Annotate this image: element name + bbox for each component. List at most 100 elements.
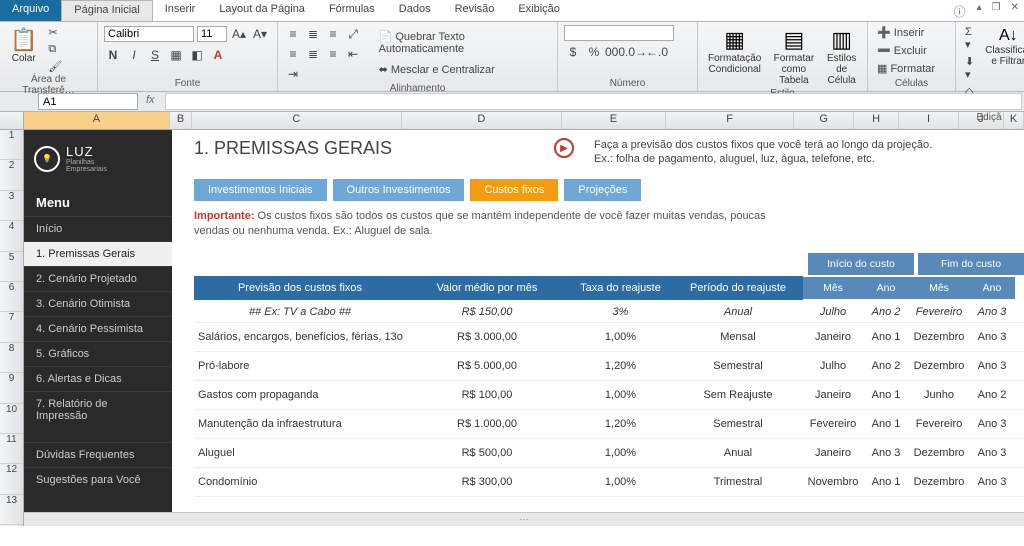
col-header-e[interactable]: E — [562, 112, 666, 129]
sidebar-item-pessimista[interactable]: 4. Cenário Pessimista — [24, 316, 172, 341]
percent-button[interactable]: % — [585, 43, 603, 61]
col-header-j[interactable]: J — [959, 112, 1005, 129]
cell[interactable]: Ano 1 — [863, 418, 909, 430]
cell[interactable]: Anual — [673, 447, 803, 459]
cell[interactable]: Julho — [803, 360, 863, 372]
cell[interactable]: Mensal — [673, 331, 803, 343]
cell[interactable]: Ano 3 — [969, 418, 1015, 430]
comma-button[interactable]: 000 — [606, 43, 624, 61]
sidebar-item-relatorio[interactable]: 7. Relatório de Impressão — [24, 391, 172, 428]
col-header-i[interactable]: I — [899, 112, 958, 129]
copy-button[interactable]: ⧉ — [45, 42, 65, 57]
row-header[interactable]: 7 — [0, 312, 23, 342]
cell[interactable]: R$ 100,00 — [406, 389, 568, 401]
format-as-table-button[interactable]: ▤Formatar como Tabela — [769, 25, 818, 88]
cell[interactable]: Pró-labore — [194, 360, 406, 372]
col-header-h[interactable]: H — [854, 112, 900, 129]
increase-decimal-button[interactable]: .0→ — [627, 43, 645, 61]
cell[interactable]: Ano 1 — [863, 389, 909, 401]
indent-inc-button[interactable]: ⇥ — [284, 65, 302, 83]
sidebar-item-faq[interactable]: Dúvidas Frequentes — [24, 442, 172, 467]
row-header[interactable]: 2 — [0, 160, 23, 190]
cell[interactable]: Manutenção da infraestrutura — [194, 418, 406, 430]
cell[interactable]: Junho — [909, 389, 969, 401]
select-all-corner[interactable] — [0, 112, 24, 129]
btn-custos-fixos[interactable]: Custos fixos — [470, 179, 558, 201]
col-header-k[interactable]: K — [1004, 112, 1024, 129]
italic-button[interactable]: I — [125, 46, 143, 64]
cell[interactable]: Semestral — [673, 418, 803, 430]
btn-investimentos-iniciais[interactable]: Investimentos Iniciais — [194, 179, 327, 201]
tab-formulas[interactable]: Fórmulas — [317, 0, 387, 21]
row-header[interactable]: 6 — [0, 282, 23, 312]
tab-view[interactable]: Exibição — [506, 0, 572, 21]
table-row[interactable]: Pró-laboreR$ 5.000,001,20%SemestralJulho… — [194, 352, 1024, 381]
btn-projecoes[interactable]: Projeções — [564, 179, 641, 201]
table-row[interactable]: AluguelR$ 500,001,00%AnualJaneiroAno 3De… — [194, 439, 1024, 468]
merge-center-button[interactable]: ⬌ Mesclar e Centralizar — [376, 62, 551, 77]
delete-cells-button[interactable]: ➖ Excluir — [874, 43, 938, 58]
autosum-button[interactable]: Σ ▾ — [962, 25, 977, 52]
font-color-button[interactable]: A — [209, 46, 227, 64]
format-painter-button[interactable]: 🖌 — [45, 59, 65, 74]
cell[interactable]: Salários, encargos, benefícios, férias, … — [194, 331, 406, 343]
sidebar-item-inicio[interactable]: Início — [24, 216, 172, 241]
window-restore-icon[interactable]: ❐ — [987, 0, 1006, 21]
cell-styles-button[interactable]: ▥Estilos de Célula — [822, 25, 861, 88]
row-header[interactable]: 11 — [0, 434, 23, 464]
cell[interactable]: Dezembro — [909, 447, 969, 459]
fill-color-button[interactable]: ◧ — [188, 46, 206, 64]
cell[interactable]: Ano 3 — [969, 476, 1015, 488]
name-box[interactable] — [38, 93, 138, 110]
format-cells-button[interactable]: ▦ Formatar — [874, 61, 938, 76]
align-bottom-button[interactable]: ≡ — [324, 25, 342, 43]
align-right-button[interactable]: ≡ — [324, 45, 342, 63]
underline-button[interactable]: S — [146, 46, 164, 64]
cell[interactable]: Gastos com propaganda — [194, 389, 406, 401]
cell[interactable]: Condomínio — [194, 476, 406, 488]
cell[interactable]: Ano 2 — [969, 389, 1015, 401]
bold-button[interactable]: N — [104, 46, 122, 64]
cell[interactable]: R$ 3.000,00 — [406, 331, 568, 343]
cell[interactable]: Fevereiro — [909, 418, 969, 430]
cell[interactable]: Dezembro — [909, 360, 969, 372]
row-header[interactable]: 8 — [0, 343, 23, 373]
col-header-a[interactable]: A — [24, 112, 170, 129]
sidebar-item-premissas[interactable]: 1. Premissas Gerais — [24, 241, 172, 266]
number-format-select[interactable] — [564, 25, 674, 41]
play-icon[interactable]: ▶ — [554, 138, 574, 158]
cell[interactable]: Ano 3 — [969, 331, 1015, 343]
cell[interactable]: 1,00% — [568, 389, 673, 401]
sidebar-item-sugestoes[interactable]: Sugestões para Você — [24, 467, 172, 492]
cell[interactable]: 1,00% — [568, 476, 673, 488]
cell[interactable]: 1,20% — [568, 360, 673, 372]
sort-filter-button[interactable]: A↓Classificar e Filtrar — [981, 25, 1024, 69]
help-icon[interactable]: ⓘ — [948, 0, 972, 21]
cell[interactable]: Trimestral — [673, 476, 803, 488]
cell[interactable]: R$ 5.000,00 — [406, 360, 568, 372]
row-header[interactable]: 5 — [0, 252, 23, 282]
cell[interactable]: Ano 1 — [863, 331, 909, 343]
tab-layout[interactable]: Layout da Página — [207, 0, 317, 21]
decrease-decimal-button[interactable]: ←.0 — [648, 43, 666, 61]
font-name-select[interactable] — [104, 26, 194, 42]
cell[interactable]: Semestral — [673, 360, 803, 372]
font-size-select[interactable] — [197, 26, 227, 42]
currency-button[interactable]: $ — [564, 43, 582, 61]
cell[interactable]: Dezembro — [909, 476, 969, 488]
fx-icon[interactable]: fx — [138, 92, 163, 111]
col-header-g[interactable]: G — [794, 112, 853, 129]
cell[interactable]: Ano 3 — [969, 360, 1015, 372]
tab-home[interactable]: Página Inicial — [61, 0, 152, 21]
row-header[interactable]: 4 — [0, 221, 23, 251]
paste-button[interactable]: 📋 Colar — [6, 25, 41, 66]
cell[interactable]: Janeiro — [803, 447, 863, 459]
row-header[interactable]: 10 — [0, 404, 23, 434]
cell[interactable]: Ano 3 — [969, 447, 1015, 459]
window-close-icon[interactable]: ✕ — [1006, 0, 1024, 21]
cell[interactable]: R$ 300,00 — [406, 476, 568, 488]
cell[interactable]: R$ 500,00 — [406, 447, 568, 459]
col-header-c[interactable]: C — [192, 112, 402, 129]
cell[interactable]: 1,20% — [568, 418, 673, 430]
table-row[interactable]: Gastos com propagandaR$ 100,001,00%Sem R… — [194, 381, 1024, 410]
